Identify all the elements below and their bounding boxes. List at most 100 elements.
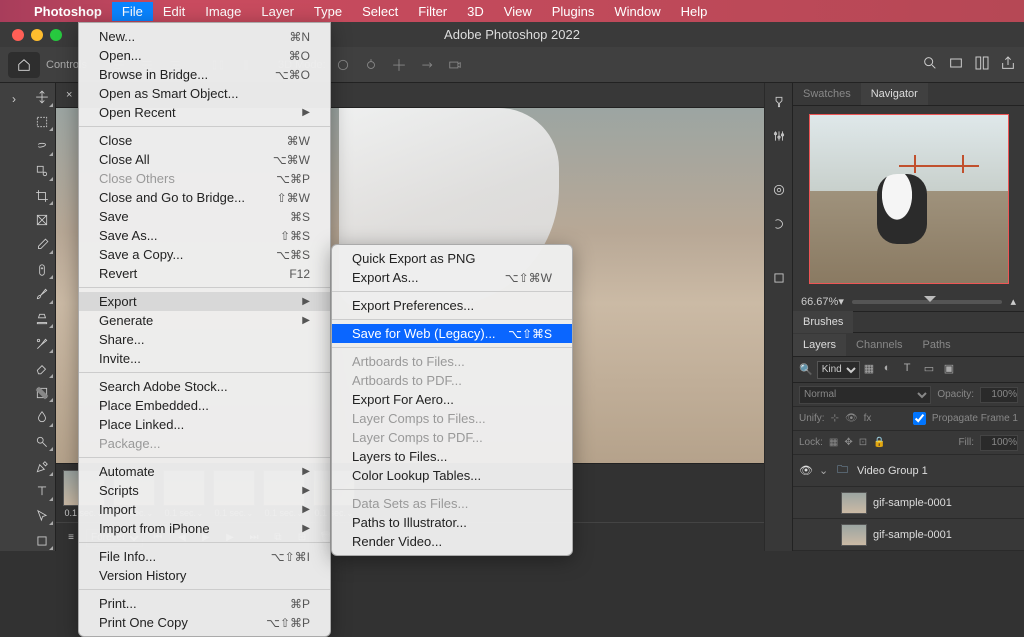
menu-window[interactable]: Window [604, 2, 670, 21]
type-tool[interactable] [30, 481, 54, 502]
menu-3d[interactable]: 3D [457, 2, 494, 21]
filter-icon[interactable]: 🔍 [799, 363, 813, 376]
menu-select[interactable]: Select [352, 2, 408, 21]
adjustments-panel-icon[interactable] [767, 123, 791, 149]
move-tool[interactable] [30, 87, 54, 108]
blur-tool[interactable] [30, 407, 54, 428]
lock-position-icon[interactable]: ✥ [844, 437, 852, 448]
menu-item[interactable]: Share... [79, 330, 330, 349]
3d-pan-icon[interactable] [388, 54, 410, 76]
menu-item[interactable]: Paths to Illustrator... [332, 513, 572, 532]
fill-input[interactable] [980, 435, 1018, 451]
propagate-checkbox[interactable] [913, 412, 926, 425]
brush-tool[interactable] [30, 284, 54, 305]
menu-item[interactable]: Export▶ [79, 292, 330, 311]
menu-type[interactable]: Type [304, 2, 352, 21]
layer-thumbnail[interactable] [841, 524, 867, 546]
paths-tab[interactable]: Paths [913, 334, 961, 356]
channels-tab[interactable]: Channels [846, 334, 912, 356]
zoom-slider[interactable] [852, 300, 1003, 304]
menu-help[interactable]: Help [671, 2, 718, 21]
menu-item[interactable]: Import▶ [79, 500, 330, 519]
menu-item[interactable]: Open Recent▶ [79, 103, 330, 122]
marquee-tool[interactable] [30, 112, 54, 133]
healing-tool[interactable] [30, 259, 54, 280]
filter-adjust-icon[interactable]: ◐ [884, 362, 900, 378]
zoom-in-icon[interactable]: ▴ [1010, 295, 1016, 308]
lock-all-icon[interactable]: 🔒 [873, 437, 885, 448]
eraser-tool[interactable] [30, 358, 54, 379]
search-icon[interactable] [922, 55, 938, 74]
filter-type-icon[interactable]: T [904, 362, 920, 378]
menu-photoshop[interactable]: Photoshop [24, 2, 112, 21]
visibility-icon[interactable]: 👁 [799, 464, 813, 477]
unify-visibility-icon[interactable]: 👁 [845, 413, 858, 424]
layer-name[interactable]: Video Group 1 [857, 465, 928, 477]
menu-item[interactable]: Export For Aero... [332, 390, 572, 409]
menu-item[interactable]: Generate▶ [79, 311, 330, 330]
menu-item[interactable]: New...⌘N [79, 27, 330, 46]
home-button[interactable] [8, 52, 40, 78]
menu-view[interactable]: View [494, 2, 542, 21]
path-selection-tool[interactable] [30, 506, 54, 527]
menu-file[interactable]: File [112, 2, 153, 21]
menu-item[interactable]: Import from iPhone▶ [79, 519, 330, 538]
menu-item[interactable]: Close All⌥⌘W [79, 150, 330, 169]
filter-pixel-icon[interactable]: ▦ [864, 362, 880, 378]
shape-tool[interactable] [30, 530, 54, 551]
layer-group[interactable]: 👁 ⌄ 🗀 Video Group 1 [793, 455, 1024, 487]
3d-orbit-icon[interactable] [332, 54, 354, 76]
unify-style-icon[interactable]: fx [864, 413, 872, 424]
filter-kind-select[interactable]: Kind [817, 361, 860, 379]
lock-pixels-icon[interactable]: ▦ [829, 437, 838, 448]
filter-smart-icon[interactable]: ▣ [944, 362, 960, 378]
workspace-icon[interactable] [974, 55, 990, 74]
layers-tab[interactable]: Layers [793, 334, 846, 356]
layer-thumbnail[interactable] [841, 492, 867, 514]
menu-item[interactable]: Place Embedded... [79, 396, 330, 415]
menu-item[interactable]: Save⌘S [79, 207, 330, 226]
eyedropper-tool[interactable] [30, 235, 54, 256]
3d-slide-icon[interactable] [416, 54, 438, 76]
libraries-panel-icon[interactable] [767, 265, 791, 291]
menu-item[interactable]: Open...⌘O [79, 46, 330, 65]
filter-shape-icon[interactable]: ▭ [924, 362, 940, 378]
menu-edit[interactable]: Edit [153, 2, 195, 21]
3d-roll-icon[interactable] [360, 54, 382, 76]
lock-artboard-icon[interactable]: ⊡ [859, 437, 867, 448]
navigator-thumbnail[interactable] [809, 114, 1009, 284]
unify-position-icon[interactable]: ⊹ [831, 413, 839, 424]
layer-name[interactable]: gif-sample-0001 [873, 497, 952, 509]
properties-panel-icon[interactable] [767, 177, 791, 203]
menu-item[interactable]: Color Lookup Tables... [332, 466, 572, 485]
zoom-value[interactable]: 66.67% [801, 296, 838, 308]
menu-item[interactable]: Save As...⇧⌘S [79, 226, 330, 245]
history-brush-tool[interactable] [30, 333, 54, 354]
layer-item[interactable]: gif-sample-0001 [793, 487, 1024, 519]
menu-item[interactable]: Print One Copy⌥⇧⌘P [79, 613, 330, 632]
menu-filter[interactable]: Filter [408, 2, 457, 21]
menu-item[interactable]: Search Adobe Stock... [79, 377, 330, 396]
dodge-tool[interactable] [30, 432, 54, 453]
layer-name[interactable]: gif-sample-0001 [873, 529, 952, 541]
swatches-tab[interactable]: Swatches [793, 83, 861, 105]
expand-icon[interactable]: › [2, 87, 26, 111]
menu-item[interactable]: Invite... [79, 349, 330, 368]
lasso-tool[interactable] [30, 136, 54, 157]
menu-layer[interactable]: Layer [251, 2, 304, 21]
menu-item[interactable]: Place Linked... [79, 415, 330, 434]
frame-tool[interactable] [30, 210, 54, 231]
zoom-out-icon[interactable]: ▾ [838, 295, 844, 308]
menu-item[interactable]: Quick Export as PNG [332, 249, 572, 268]
menu-item[interactable]: Save for Web (Legacy)...⌥⇧⌘S [332, 324, 572, 343]
menu-item[interactable]: Render Video... [332, 532, 572, 551]
menu-item[interactable]: Print...⌘P [79, 594, 330, 613]
menu-plugins[interactable]: Plugins [542, 2, 605, 21]
layer-item[interactable]: gif-sample-0001 [793, 519, 1024, 551]
brushes-tab[interactable]: Brushes [793, 311, 853, 333]
menu-item[interactable]: Scripts▶ [79, 481, 330, 500]
gradient-tool[interactable] [30, 383, 54, 404]
color-panel-icon[interactable] [767, 89, 791, 115]
menu-item[interactable]: Export As...⌥⇧⌘W [332, 268, 572, 287]
menu-item[interactable]: Open as Smart Object... [79, 84, 330, 103]
